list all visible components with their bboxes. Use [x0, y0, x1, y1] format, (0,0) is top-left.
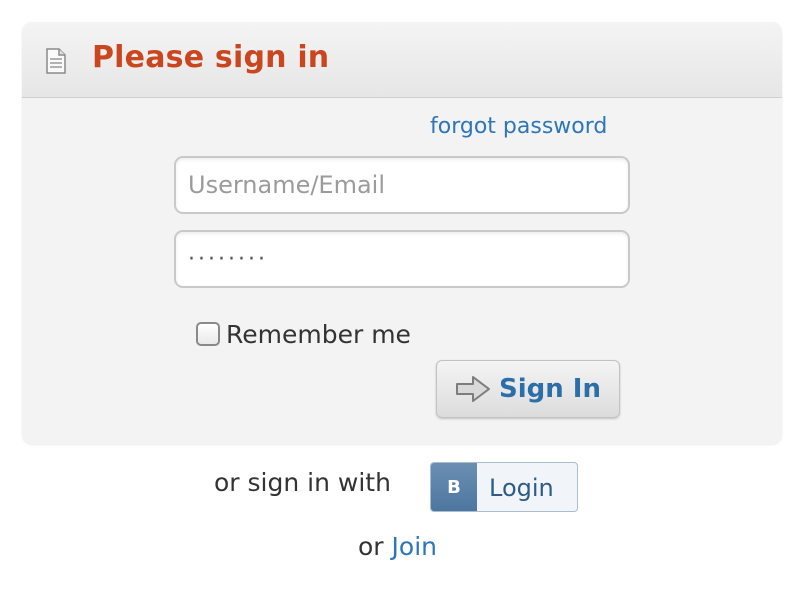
vk-login-label: Login [489, 474, 554, 502]
join-link[interactable]: Join [392, 532, 437, 561]
vk-login-button[interactable]: B Login [430, 462, 578, 512]
panel-header: Please sign in [22, 22, 782, 98]
or-sign-in-with-text: or sign in with [214, 468, 391, 497]
sign-in-label: Sign In [499, 374, 601, 404]
page-title: Please sign in [92, 40, 330, 75]
username-input[interactable] [174, 156, 630, 214]
sign-in-button[interactable]: Sign In [436, 360, 620, 418]
document-icon [46, 48, 66, 74]
alternative-sign-in: or sign in with B Login [0, 462, 800, 514]
arrow-right-icon [456, 376, 490, 402]
join-row: or Join [358, 532, 437, 561]
sign-in-panel: Please sign in forgot password Remember … [22, 22, 782, 444]
password-input[interactable] [174, 230, 630, 288]
forgot-password-link[interactable]: forgot password [430, 114, 607, 139]
remember-me-checkbox[interactable]: Remember me [196, 319, 411, 349]
checkbox-box[interactable] [196, 322, 220, 346]
or-text: or [358, 532, 384, 561]
vk-icon: B [431, 463, 477, 511]
remember-me-label: Remember me [226, 319, 411, 349]
